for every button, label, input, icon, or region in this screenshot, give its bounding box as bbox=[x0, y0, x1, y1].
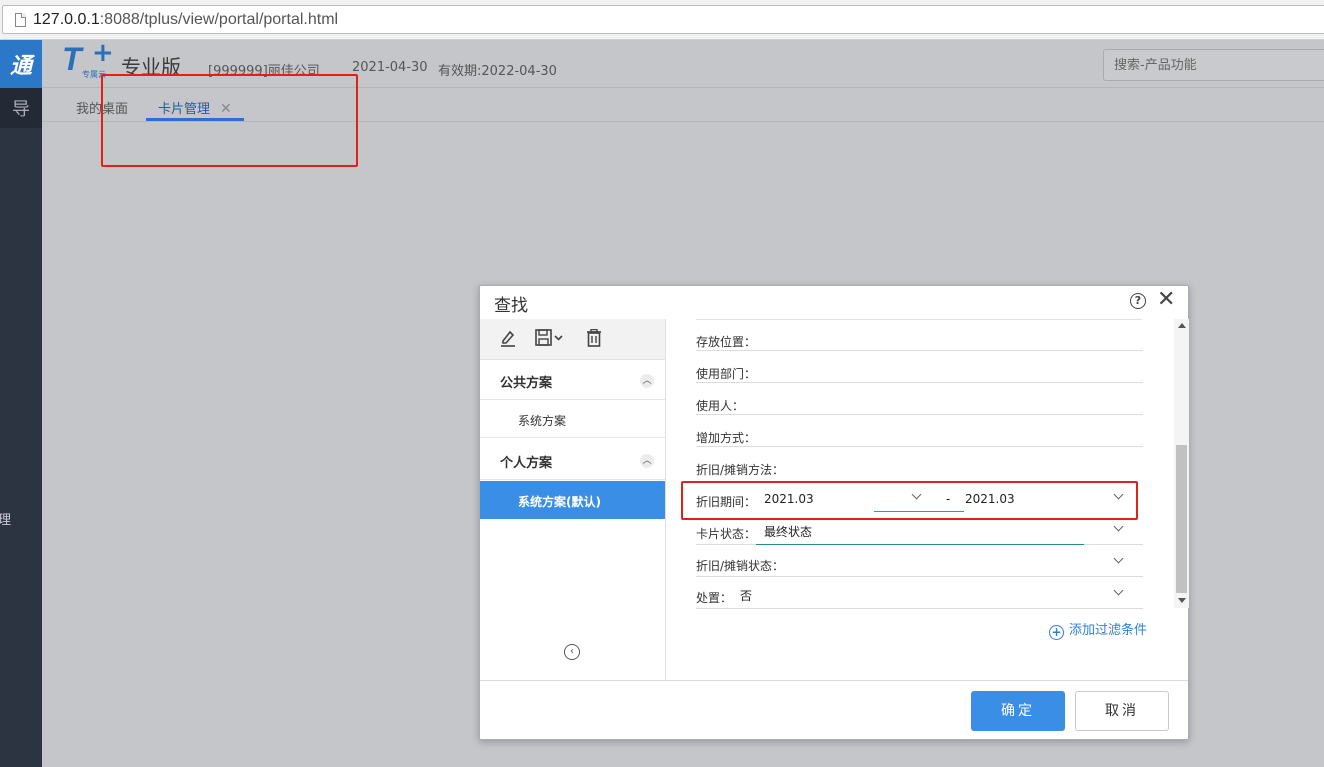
url-text: 127.0.0.1:8088/tplus/view/portal/portal.… bbox=[33, 11, 339, 28]
search-input[interactable] bbox=[1114, 56, 1304, 74]
scroll-up-arrow[interactable] bbox=[1178, 323, 1186, 328]
filter-add-method[interactable]: 增加方式： bbox=[696, 415, 1143, 447]
filter-depreciation-status[interactable]: 折旧/摊销状态： bbox=[696, 545, 1143, 577]
disposal-value: 否 bbox=[740, 589, 753, 603]
filter-storage-location[interactable]: 存放位置： bbox=[696, 319, 1143, 351]
filter-label: 折旧/摊销状态： bbox=[696, 559, 785, 573]
filter-label: 处置： bbox=[696, 591, 733, 605]
nav-item-label[interactable]: 理 bbox=[0, 509, 11, 528]
filter-label: 卡片状态： bbox=[696, 527, 757, 541]
page-icon bbox=[15, 13, 26, 27]
group-label: 个人方案 bbox=[500, 456, 553, 471]
chevron-down-icon[interactable] bbox=[1114, 588, 1123, 597]
login-date: 2021-04-30 bbox=[352, 60, 428, 75]
left-nav: 通 导 理 bbox=[0, 40, 42, 767]
filter-label: 存放位置： bbox=[696, 335, 757, 349]
trash-icon[interactable] bbox=[586, 329, 602, 347]
card-status-value: 最终状态 bbox=[764, 525, 813, 539]
chevron-up-icon[interactable]: ︿ bbox=[640, 454, 654, 468]
dialog-title: 查找 bbox=[494, 296, 528, 316]
filter-user[interactable]: 使用人： bbox=[696, 383, 1143, 415]
public-scheme-group[interactable]: 公共方案 ︿ bbox=[480, 360, 665, 400]
expiry-date: 有效期:2022-04-30 bbox=[438, 64, 557, 79]
chevron-down-icon[interactable] bbox=[1114, 556, 1123, 565]
save-icon[interactable] bbox=[535, 329, 565, 347]
product-search[interactable] bbox=[1103, 49, 1324, 81]
filter-label: 折旧/摊销方法： bbox=[696, 463, 785, 477]
close-icon[interactable]: ✕ bbox=[1157, 287, 1175, 312]
scroll-thumb[interactable] bbox=[1176, 445, 1187, 593]
cancel-button[interactable]: 取消 bbox=[1075, 691, 1169, 731]
collapse-left-icon[interactable]: ‹ bbox=[564, 644, 580, 660]
filter-label: 增加方式： bbox=[696, 431, 757, 445]
personal-scheme-group[interactable]: 个人方案 ︿ bbox=[480, 440, 665, 480]
help-icon[interactable]: ? bbox=[1130, 293, 1146, 309]
url-field[interactable]: 127.0.0.1:8088/tplus/view/portal/portal.… bbox=[2, 5, 1324, 34]
scheme-panel: 公共方案 ︿ 系统方案 个人方案 ︿ 系统方案(默认) ‹ bbox=[480, 319, 666, 680]
scroll-down-arrow[interactable] bbox=[1178, 598, 1186, 603]
add-filter-button[interactable]: + 添加过滤条件 bbox=[1049, 619, 1147, 640]
scheme-label: 系统方案 bbox=[518, 414, 567, 428]
brand-tile[interactable]: 通 bbox=[0, 40, 42, 88]
filter-disposal[interactable]: 处置： 否 bbox=[696, 577, 1143, 609]
ok-button[interactable]: 确定 bbox=[971, 691, 1065, 731]
plus-circle-icon: + bbox=[1049, 625, 1064, 640]
scheme-item-system[interactable]: 系统方案 bbox=[480, 400, 665, 438]
filter-depreciation-method[interactable]: 折旧/摊销方法： bbox=[696, 447, 1143, 479]
group-label: 公共方案 bbox=[500, 376, 553, 391]
edit-icon[interactable] bbox=[500, 329, 516, 347]
highlight-box-tab bbox=[101, 74, 358, 167]
filter-label: 使用部门： bbox=[696, 367, 757, 381]
scheme-toolbar bbox=[480, 319, 665, 360]
dialog-footer: 确定 取消 bbox=[480, 680, 1188, 740]
highlight-box-period bbox=[681, 481, 1138, 520]
chevron-up-icon[interactable]: ︿ bbox=[640, 374, 654, 388]
scheme-item-default-selected[interactable]: 系统方案(默认) bbox=[480, 481, 665, 519]
chevron-down-icon[interactable] bbox=[1114, 524, 1123, 533]
filter-scrollbar[interactable] bbox=[1174, 319, 1189, 608]
filter-department[interactable]: 使用部门： bbox=[696, 351, 1143, 383]
add-filter-label: 添加过滤条件 bbox=[1069, 623, 1148, 638]
browser-address-bar: 127.0.0.1:8088/tplus/view/portal/portal.… bbox=[0, 0, 1324, 40]
scheme-label: 系统方案(默认) bbox=[518, 495, 601, 509]
filter-label: 使用人： bbox=[696, 399, 745, 413]
nav-tile[interactable]: 导 bbox=[0, 88, 42, 128]
